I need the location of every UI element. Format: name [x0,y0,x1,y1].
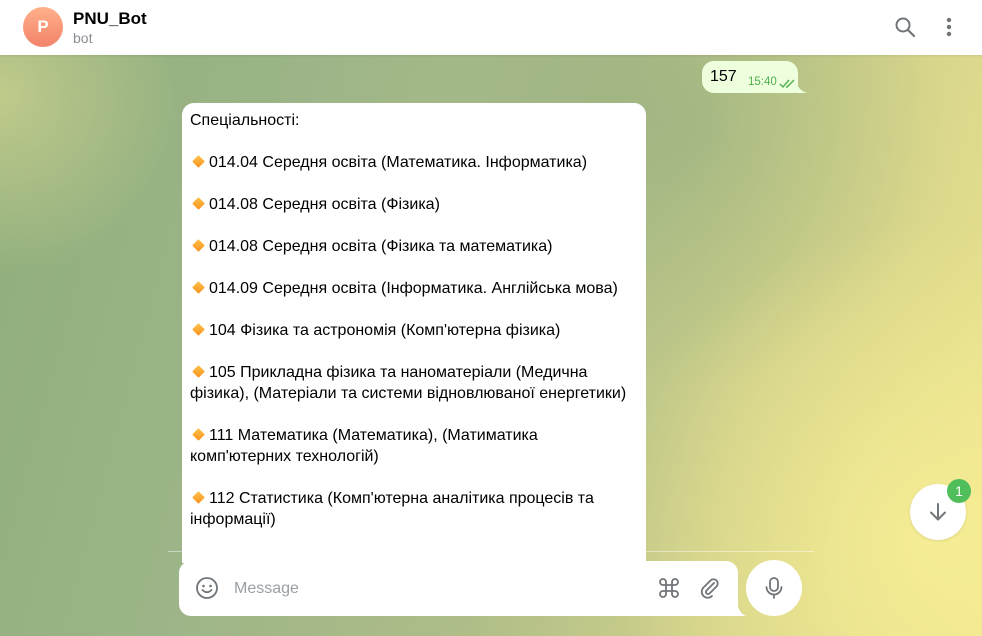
composer-divider [168,551,814,552]
emoji-icon[interactable] [195,576,219,605]
chat-title[interactable]: PNU_Bot [73,9,147,29]
orange-diamond-icon [192,365,205,378]
unread-count-badge: 1 [947,479,971,503]
orange-diamond-icon [192,323,205,336]
more-vertical-icon[interactable] [936,14,962,40]
specialty-item: 014.04 Середня освіта (Математика. Інфор… [190,152,638,173]
message-line: Спеціальності: [190,112,300,129]
specialty-item: 112 Статистика (Комп'ютерна аналітика пр… [190,490,594,528]
incoming-message[interactable]: Спеціальності: 014.04 Середня освіта (Ма… [182,103,646,563]
double-check-icon [779,76,797,94]
orange-diamond-icon [192,239,205,252]
avatar-letter: P [37,17,49,36]
orange-diamond-icon [192,155,205,168]
specialty-item: 014.08 Середня освіта (Фізика) [190,194,638,215]
orange-diamond-icon [192,491,205,504]
command-icon[interactable] [657,576,681,605]
microphone-button[interactable] [746,560,802,616]
specialty-item: 104 Фізика та астрономія (Комп'ютерна фі… [190,320,638,341]
orange-diamond-icon [192,428,205,441]
chat-header: P PNU_Bot bot [0,0,982,55]
chat-subtitle: bot [73,30,93,46]
specialty-item: 105 Прикладна фізика та наноматеріали (М… [190,364,627,402]
outgoing-message-text: 157 [710,68,737,85]
message-composer [179,561,738,616]
composer-tail [737,600,746,616]
avatar[interactable]: P [23,7,63,47]
incoming-message-body: Спеціальності: 014.04 Середня освіта (Ма… [182,103,646,530]
outgoing-message[interactable]: 157 15:40 [702,61,798,93]
orange-diamond-icon [192,281,205,294]
specialty-item: 111 Математика (Математика), (Матиматика… [190,427,538,465]
specialty-item: 014.08 Середня освіта (Фізика та математ… [190,236,638,257]
attach-icon[interactable] [698,576,722,605]
message-input[interactable] [234,578,614,600]
search-icon[interactable] [892,14,918,40]
orange-diamond-icon [192,197,205,210]
outgoing-bubble-tail [796,79,807,93]
outgoing-message-time: 15:40 [748,76,777,88]
arrow-down-icon [930,503,946,521]
specialty-item: 014.09 Середня освіта (Інформатика. Англ… [190,278,638,299]
microphone-icon [765,577,783,599]
